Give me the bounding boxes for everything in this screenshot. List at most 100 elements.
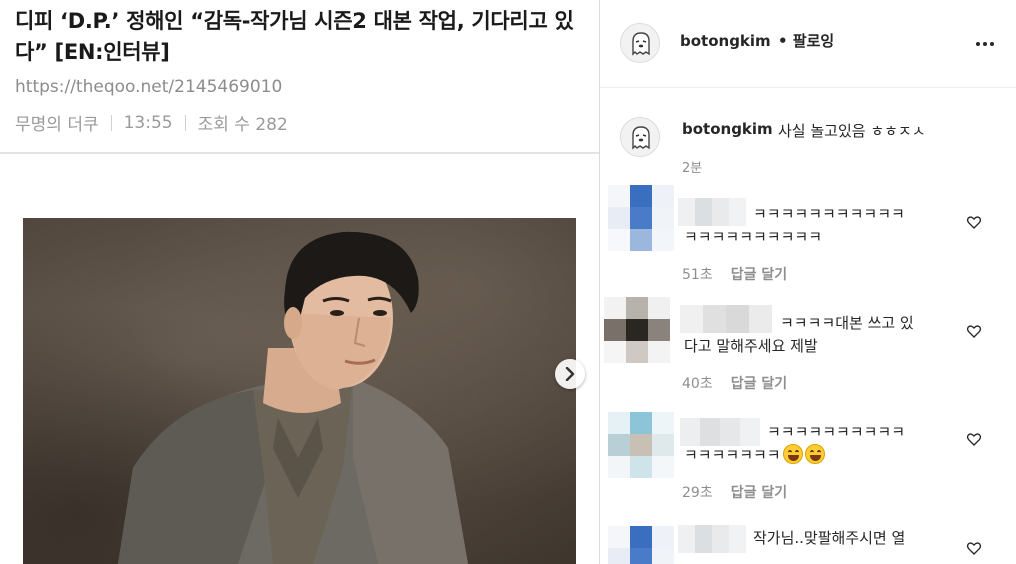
mosaic-cell — [652, 229, 674, 251]
comment-time[interactable]: 29초 — [682, 482, 713, 502]
mosaic-cell — [652, 456, 674, 478]
comment-username-blurred[interactable] — [678, 525, 746, 553]
mosaic-cell — [678, 198, 695, 226]
heart-outline-icon[interactable] — [966, 323, 982, 339]
instagram-comments-panel: botongkim • 팔로잉 botongkim 사실 놀고있음 ㅎㅎㅈㅅ 2… — [600, 0, 1016, 564]
comment-text-line: 다고 말해주세요 제발 — [684, 337, 818, 355]
ghost-avatar-icon — [632, 32, 650, 56]
mosaic-cell — [695, 525, 712, 553]
comment-text: ㅋㅋㅋㅋㅋㅋㅋ — [684, 446, 781, 464]
comment-time[interactable]: 40초 — [682, 373, 713, 393]
caption-avatar[interactable] — [620, 117, 660, 157]
post-author: 무명의 더쿠 — [15, 115, 99, 135]
comment-username-blurred[interactable] — [678, 198, 746, 226]
gallery-next-button[interactable] — [555, 359, 585, 389]
more-horizontal-icon[interactable] — [976, 42, 994, 46]
post-title[interactable]: 디피 ‘D.P.’ 정해인 “감독-작가님 시즌2 대본 작업, 기다리고 있다… — [15, 6, 590, 68]
comment-text-line: ㅋㅋㅋㅋㅋㅋㅋㅋㅋㅋ — [767, 423, 906, 441]
comment-time[interactable]: 51초 — [682, 264, 713, 284]
mosaic-cell — [652, 548, 674, 564]
mosaic-cell — [678, 525, 695, 553]
chevron-right-icon — [565, 367, 575, 381]
mosaic-cell — [604, 319, 626, 341]
comment-avatar-pixelated[interactable] — [608, 526, 674, 564]
profile-avatar[interactable] — [620, 23, 660, 63]
following-button[interactable]: • 팔로잉 — [778, 30, 834, 51]
post-photo[interactable] — [23, 218, 576, 564]
mosaic-cell — [608, 207, 630, 229]
mosaic-cell — [630, 456, 652, 478]
mosaic-cell — [720, 418, 740, 446]
heart-outline-icon[interactable] — [966, 214, 982, 230]
ghost-avatar-icon — [632, 126, 650, 150]
meta-divider — [184, 114, 186, 131]
mosaic-cell — [712, 525, 729, 553]
reply-button[interactable]: 답글 달기 — [731, 264, 787, 284]
mosaic-cell — [729, 525, 746, 553]
mosaic-cell — [726, 305, 749, 333]
mosaic-cell — [630, 434, 652, 456]
comment-text-line: ㅋㅋㅋㅋㅋㅋㅋ — [684, 444, 825, 466]
heart-outline-icon[interactable] — [966, 431, 982, 447]
mosaic-cell — [680, 305, 703, 333]
comment-avatar-pixelated[interactable] — [604, 297, 670, 363]
caption-text: 사실 놀고있음 ㅎㅎㅈㅅ — [778, 122, 926, 140]
instagram-post-header: botongkim • 팔로잉 — [600, 0, 1016, 88]
mosaic-cell — [630, 548, 652, 564]
mosaic-cell — [652, 526, 674, 548]
mosaic-cell — [608, 185, 630, 207]
mosaic-cell — [608, 548, 630, 564]
post-views: 조회 수 282 — [197, 115, 288, 135]
mosaic-cell — [608, 456, 630, 478]
mosaic-cell — [648, 341, 670, 363]
mosaic-cell — [740, 418, 760, 446]
comment-meta: 51초 답글 달기 — [682, 264, 787, 284]
mosaic-cell — [630, 526, 652, 548]
post-header: 디피 ‘D.P.’ 정해인 “감독-작가님 시즌2 대본 작업, 기다리고 있다… — [0, 0, 599, 154]
mosaic-cell — [608, 434, 630, 456]
mosaic-cell — [604, 297, 626, 319]
mosaic-cell — [652, 412, 674, 434]
header-username[interactable]: botongkim — [680, 32, 771, 50]
mosaic-cell — [729, 198, 746, 226]
mosaic-cell — [680, 418, 700, 446]
caption-time[interactable]: 2분 — [682, 157, 702, 176]
comment-text-line: ㅋㅋㅋㅋㅋㅋㅋㅋㅋㅋㅋ — [753, 205, 905, 223]
mosaic-cell — [630, 229, 652, 251]
mosaic-cell — [630, 185, 652, 207]
heart-outline-icon[interactable] — [966, 540, 982, 556]
mosaic-cell — [695, 198, 712, 226]
reply-button[interactable]: 답글 달기 — [731, 373, 787, 393]
comment-text-line: ㅋㅋㅋㅋㅋㅋㅋㅋㅋㅋ — [684, 228, 823, 246]
grinning-face-emoji — [804, 444, 825, 464]
comment-text-line: ㅋㅋㅋㅋ대본 쓰고 있 — [780, 314, 914, 332]
comment-username-blurred[interactable] — [680, 305, 772, 333]
mosaic-cell — [648, 297, 670, 319]
comment-username-blurred[interactable] — [680, 418, 760, 446]
grinning-face-emoji — [782, 444, 803, 464]
portrait-illustration — [118, 231, 468, 564]
mosaic-cell — [652, 185, 674, 207]
caption-username[interactable]: botongkim — [682, 120, 773, 138]
mosaic-cell — [749, 305, 772, 333]
comment-text-line: 작가님..맞팔해주시면 열 — [753, 529, 906, 547]
mosaic-cell — [626, 319, 648, 341]
post-url-link[interactable]: https://theqoo.net/2145469010 — [15, 77, 282, 97]
mosaic-cell — [626, 297, 648, 319]
mosaic-cell — [630, 207, 652, 229]
comment-avatar-pixelated[interactable] — [608, 412, 674, 478]
comment-meta: 40초 답글 달기 — [682, 373, 787, 393]
mosaic-cell — [608, 412, 630, 434]
comment-meta: 29초 답글 달기 — [682, 482, 787, 502]
mosaic-cell — [652, 434, 674, 456]
comment-avatar-pixelated[interactable] — [608, 185, 674, 251]
mosaic-cell — [703, 305, 726, 333]
reply-button[interactable]: 답글 달기 — [731, 482, 787, 502]
mosaic-cell — [604, 341, 626, 363]
mosaic-cell — [608, 526, 630, 548]
mosaic-cell — [630, 412, 652, 434]
mosaic-cell — [608, 229, 630, 251]
mosaic-cell — [626, 341, 648, 363]
mosaic-cell — [712, 198, 729, 226]
post-time: 13:55 — [123, 112, 173, 133]
